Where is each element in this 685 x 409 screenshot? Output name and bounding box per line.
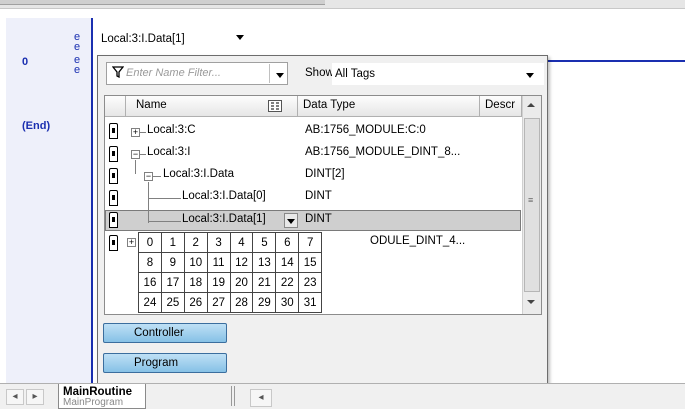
rung-marker: e <box>74 41 81 53</box>
bit-row: 24 25 26 27 28 29 30 31 <box>138 292 323 313</box>
bit-cell[interactable]: 5 <box>252 232 277 253</box>
collapse-icon[interactable]: − <box>131 150 140 159</box>
bit-cell[interactable]: 15 <box>298 252 323 273</box>
program-scope-button[interactable]: Program <box>103 353 227 373</box>
tag-combo-value: Local:3:I.Data[1] <box>101 33 185 45</box>
scroll-left-icon[interactable]: ◂ <box>250 389 272 407</box>
grip-icon: ≡ <box>528 195 534 205</box>
bit-cell[interactable]: 13 <box>252 252 277 273</box>
bit-cell[interactable]: 4 <box>229 232 254 253</box>
tree-line <box>135 160 136 174</box>
filter-icon[interactable] <box>111 66 125 81</box>
table-row-type: ODULE_DINT_4... <box>370 235 466 247</box>
chevron-down-icon[interactable] <box>287 219 295 224</box>
bit-cell[interactable]: 19 <box>206 272 231 293</box>
table-row-type: DINT[2] <box>305 168 345 180</box>
header-icon-column <box>105 96 126 117</box>
tab-subtitle: MainProgram <box>63 397 124 408</box>
bit-row: 0 1 2 3 4 5 6 7 <box>138 232 323 253</box>
bit-cell[interactable]: 3 <box>206 232 231 253</box>
bit-cell[interactable]: 21 <box>252 272 277 293</box>
tree-line <box>153 176 161 177</box>
splitter-handle[interactable] <box>231 386 235 406</box>
expand-icon[interactable]: + <box>127 238 136 247</box>
table-row-name[interactable]: Local:3:I <box>147 146 190 158</box>
chevron-down-icon[interactable] <box>236 35 244 40</box>
bit-cell[interactable]: 27 <box>206 292 231 313</box>
bit-cell[interactable]: 26 <box>183 292 208 313</box>
bit-cell[interactable]: 31 <box>298 292 323 313</box>
scroll-down-icon[interactable] <box>527 300 535 304</box>
bit-cell[interactable]: 20 <box>229 272 254 293</box>
tag-icon <box>109 123 118 139</box>
controller-scope-button[interactable]: Controller <box>103 323 227 343</box>
left-power-rail <box>91 18 93 383</box>
rung-line <box>548 60 685 62</box>
table-row-type: DINT <box>305 190 332 202</box>
bit-picker-grid: 0 1 2 3 4 5 6 7 8 9 10 11 12 13 14 15 16… <box>138 232 323 313</box>
tag-combo[interactable]: Local:3:I.Data[1] <box>95 27 255 51</box>
bit-cell[interactable]: 17 <box>160 272 185 293</box>
filter-separator <box>269 64 270 83</box>
table-row-name[interactable]: Local:3:I.Data[1] <box>182 213 266 225</box>
bit-cell[interactable]: 12 <box>229 252 254 273</box>
tree-line <box>148 182 149 223</box>
bit-cell[interactable]: 6 <box>275 232 300 253</box>
name-filter-placeholder: Enter Name Filter... <box>126 67 221 79</box>
tab-main-routine[interactable]: MainRoutine MainProgram <box>58 384 146 409</box>
bit-cell[interactable]: 7 <box>298 232 323 253</box>
table-row-name[interactable]: Local:3:I.Data <box>163 168 234 180</box>
expand-icon[interactable]: + <box>131 128 140 137</box>
bit-cell[interactable]: 14 <box>275 252 300 273</box>
tag-icon <box>109 235 118 251</box>
rung-number[interactable]: 0 <box>22 56 28 68</box>
bit-cell[interactable]: 22 <box>275 272 300 293</box>
bit-cell[interactable]: 18 <box>183 272 208 293</box>
header-description[interactable]: Descr <box>480 96 522 117</box>
table-row-type: DINT <box>305 213 332 225</box>
tab-scroll-right-icon[interactable]: ▸ <box>26 389 44 405</box>
bit-cell[interactable]: 2 <box>183 232 208 253</box>
tab-scroll-left-icon[interactable]: ◂ <box>6 389 24 405</box>
bit-cell[interactable]: 23 <box>298 272 323 293</box>
collapse-icon[interactable]: − <box>144 172 153 181</box>
rung-marker: e <box>74 64 81 76</box>
bit-cell[interactable]: 29 <box>252 292 277 313</box>
tree-line <box>140 154 146 155</box>
tag-icon <box>109 146 118 162</box>
tag-icon <box>109 190 118 206</box>
column-chooser-icon[interactable] <box>268 100 282 115</box>
table-row-name[interactable]: Local:3:I.Data[0] <box>182 190 266 202</box>
scroll-up-icon[interactable] <box>527 103 535 107</box>
show-select-value: All Tags <box>335 68 376 80</box>
bit-cell[interactable]: 1 <box>160 232 185 253</box>
tag-icon <box>109 212 118 228</box>
table-row-type: AB:1756_MODULE:C:0 <box>305 124 426 136</box>
bit-row: 16 17 18 19 20 21 22 23 <box>138 272 323 293</box>
table-row-name[interactable]: Local:3:C <box>147 124 196 136</box>
table-row-type: AB:1756_MODULE_DINT_8... <box>305 146 461 158</box>
bit-cell[interactable]: 10 <box>183 252 208 273</box>
bit-row: 8 9 10 11 12 13 14 15 <box>138 252 323 273</box>
header-data-type[interactable]: Data Type <box>298 96 480 117</box>
scrollbar-thumb[interactable] <box>524 118 540 292</box>
tree-line <box>148 221 181 222</box>
chevron-down-icon[interactable] <box>276 73 284 78</box>
bit-cell[interactable]: 8 <box>138 252 162 273</box>
bit-cell[interactable]: 28 <box>229 292 254 313</box>
top-strip-highlight <box>0 0 325 5</box>
bit-cell[interactable]: 9 <box>160 252 185 273</box>
bit-cell[interactable]: 30 <box>275 292 300 313</box>
tag-icon <box>109 168 118 184</box>
bit-cell[interactable]: 24 <box>138 292 162 313</box>
chevron-down-icon[interactable] <box>526 73 534 78</box>
bit-cell[interactable]: 25 <box>160 292 185 313</box>
end-rung-label[interactable]: (End) <box>22 120 50 132</box>
tree-line <box>140 132 146 133</box>
tree-line <box>148 198 181 199</box>
bit-cell[interactable]: 0 <box>138 232 162 253</box>
bit-cell[interactable]: 16 <box>138 272 162 293</box>
bit-cell[interactable]: 11 <box>206 252 231 273</box>
